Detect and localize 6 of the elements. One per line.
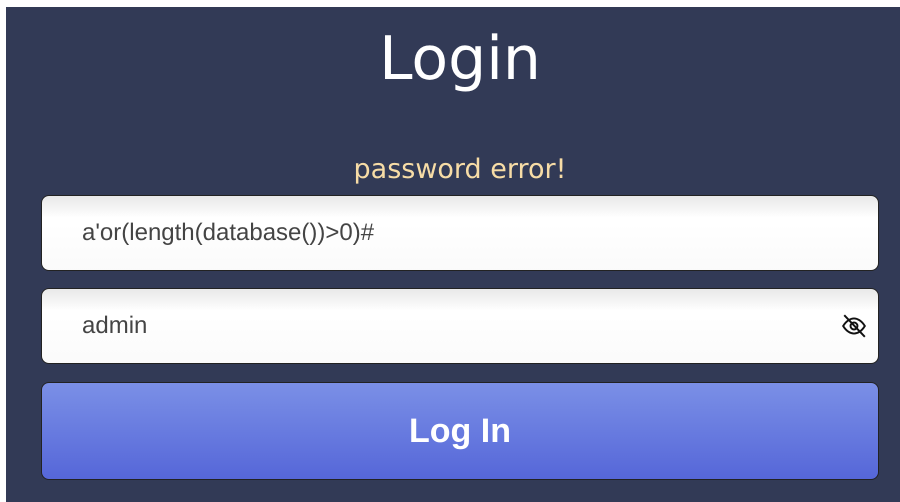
eye-slash-icon[interactable] (841, 313, 867, 339)
error-message: password error! (354, 153, 566, 187)
username-field[interactable]: a'or(length(database())>0)# (41, 195, 879, 271)
password-field[interactable]: admin (41, 288, 879, 364)
login-title: Login (379, 23, 541, 96)
login-button[interactable]: Log In (41, 382, 879, 480)
